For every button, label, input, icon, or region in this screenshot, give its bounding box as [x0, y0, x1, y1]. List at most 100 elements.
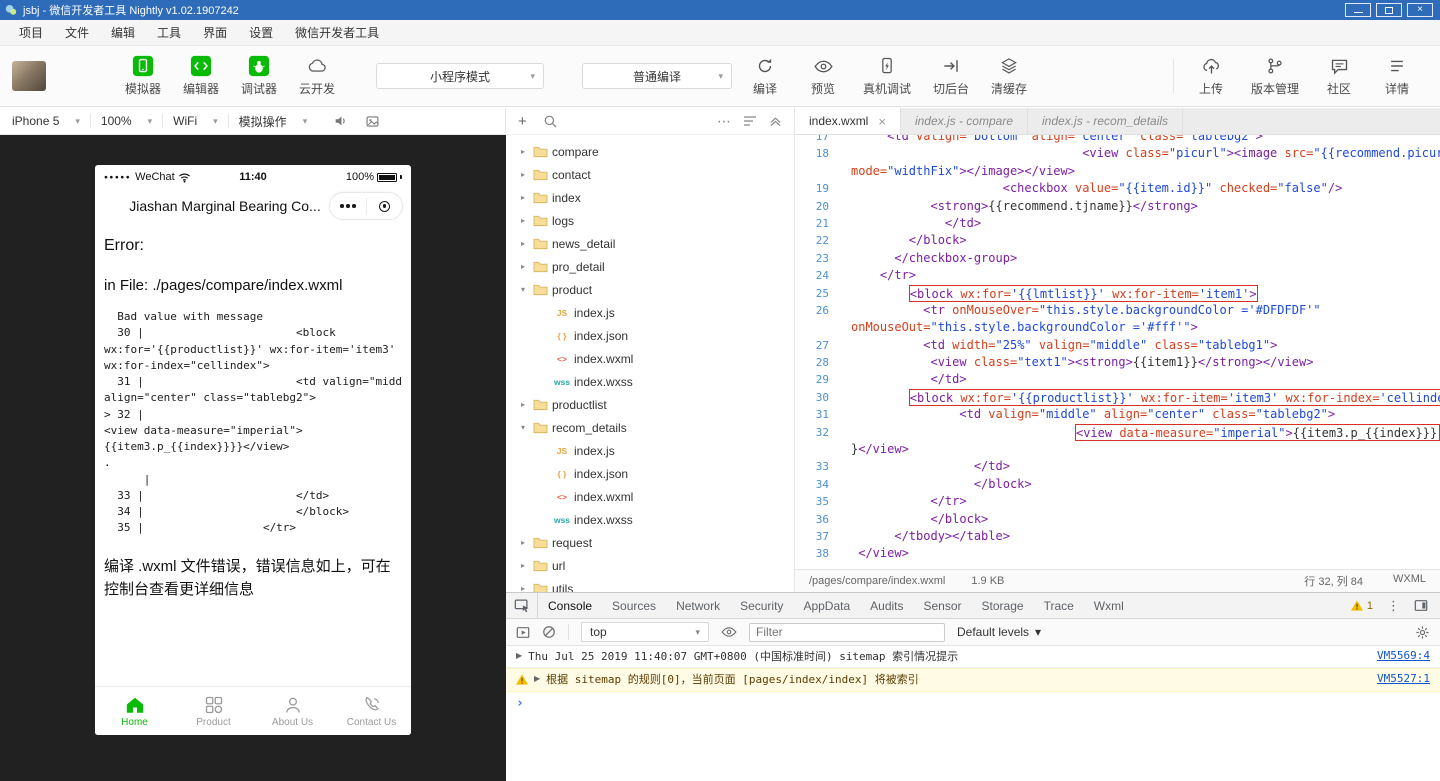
- code-line[interactable]: 23 </checkbox-group>: [795, 250, 1440, 267]
- device-select[interactable]: iPhone 5 ▾: [10, 114, 90, 128]
- real-device-debug-button[interactable]: 真机调试: [852, 55, 922, 97]
- switch-background-button[interactable]: 切后台: [922, 55, 980, 97]
- devtools-tab-appdata[interactable]: AppData: [793, 593, 860, 618]
- chevron-right-icon[interactable]: ▸: [516, 193, 530, 202]
- version-control-button[interactable]: 版本管理: [1240, 55, 1310, 97]
- code-editor[interactable]: 17 <td valign= "bottom" align= "center" cl…: [795, 135, 1440, 569]
- clouddev-button[interactable]: 云开发: [288, 55, 346, 97]
- chevron-right-icon[interactable]: ▸: [516, 584, 530, 592]
- devtools-tab-network[interactable]: Network: [666, 593, 730, 618]
- capsule-exit-button[interactable]: [367, 193, 403, 219]
- upload-button[interactable]: 上传: [1182, 55, 1240, 97]
- devtools-tab-console[interactable]: Console: [538, 593, 602, 618]
- tree-file-index.json[interactable]: { } index.json: [506, 462, 794, 485]
- tree-folder-compare[interactable]: ▸ compare: [506, 140, 794, 163]
- clear-cache-button[interactable]: 清缓存: [980, 55, 1038, 97]
- compile-select[interactable]: 普通编译 ▾: [582, 63, 732, 89]
- tree-file-index.js[interactable]: JS index.js: [506, 301, 794, 324]
- console-filter-input[interactable]: [749, 622, 945, 642]
- menu-item-6[interactable]: 微信开发者工具: [284, 24, 390, 41]
- code-line[interactable]: 31 <td valign= "middle" align= "center" cl…: [795, 406, 1440, 423]
- menu-item-2[interactable]: 编辑: [100, 24, 146, 41]
- collapse-all-icon[interactable]: [769, 115, 782, 127]
- dock-side-icon[interactable]: [1414, 599, 1428, 612]
- source-link[interactable]: VM5527:1: [1377, 672, 1430, 685]
- menu-item-1[interactable]: 文件: [54, 24, 100, 41]
- chevron-right-icon[interactable]: ▸: [516, 400, 530, 409]
- volume-icon[interactable]: [333, 113, 349, 129]
- chevron-down-icon[interactable]: ▾: [516, 285, 530, 294]
- code-line[interactable]: 30 <block wx:for= '{{productlist}}' wx:fo…: [795, 388, 1440, 407]
- gear-icon[interactable]: [1415, 625, 1430, 640]
- tree-folder-pro_detail[interactable]: ▸ pro_detail: [506, 255, 794, 278]
- preview-button[interactable]: 预览: [794, 55, 852, 97]
- menu-item-4[interactable]: 界面: [192, 24, 238, 41]
- frame-context-select[interactable]: top ▾: [581, 622, 709, 642]
- chevron-right-icon[interactable]: ▸: [516, 216, 530, 225]
- code-line[interactable]: mode= "widthFix" ></image></view>: [795, 163, 1440, 180]
- maximize-button[interactable]: [1376, 3, 1402, 17]
- menu-item-3[interactable]: 工具: [146, 24, 192, 41]
- code-line[interactable]: 37 </tbody></table>: [795, 528, 1440, 545]
- code-line[interactable]: 18 <view class= "picurl" ><image src= "{{re…: [795, 145, 1440, 162]
- tree-file-index.wxss[interactable]: wss index.wxss: [506, 370, 794, 393]
- simulate-operation-select[interactable]: 模拟操作 ▾: [229, 113, 318, 130]
- code-line[interactable]: 28 <view class= "text1" ><strong> {{item1}}…: [795, 354, 1440, 371]
- disclosure-triangle-icon[interactable]: ▶: [534, 672, 540, 683]
- chevron-down-icon[interactable]: ▾: [516, 423, 530, 432]
- chevron-right-icon[interactable]: ▸: [516, 561, 530, 570]
- console-prompt[interactable]: ›: [506, 692, 1440, 715]
- tree-file-index.wxml[interactable]: <> index.wxml: [506, 485, 794, 508]
- clear-console-icon[interactable]: [542, 625, 556, 639]
- devtools-tab-storage[interactable]: Storage: [972, 593, 1034, 618]
- code-line[interactable]: 36 </block>: [795, 511, 1440, 528]
- screenshot-icon[interactable]: [365, 114, 380, 129]
- code-line[interactable]: 35 </tr>: [795, 493, 1440, 510]
- debugger-button[interactable]: 调试器: [230, 55, 288, 97]
- code-line[interactable]: 34 </block>: [795, 476, 1440, 493]
- eye-icon[interactable]: [721, 625, 737, 639]
- network-select[interactable]: WiFi ▾: [163, 114, 228, 128]
- devtools-tab-wxml[interactable]: Wxml: [1084, 593, 1134, 618]
- tab-about-us[interactable]: About Us: [253, 687, 332, 735]
- chevron-right-icon[interactable]: ▸: [516, 239, 530, 248]
- devtools-tab-sources[interactable]: Sources: [602, 593, 666, 618]
- devtools-tab-sensor[interactable]: Sensor: [914, 593, 972, 618]
- code-line[interactable]: } </view>: [795, 441, 1440, 458]
- tab-home[interactable]: Home: [95, 687, 174, 735]
- close-button[interactable]: ×: [1407, 3, 1433, 17]
- menu-item-5[interactable]: 设置: [238, 24, 284, 41]
- code-line[interactable]: 32 <view data-measure= "imperial" > {{item3…: [795, 423, 1440, 442]
- disclosure-triangle-icon[interactable]: ▶: [516, 649, 522, 660]
- simulator-button[interactable]: 模拟器: [114, 55, 172, 97]
- code-line[interactable]: 21 </td>: [795, 215, 1440, 232]
- code-line[interactable]: onMouseOut= "this.style.backgroundColor =…: [795, 319, 1440, 336]
- editor-tab-index-wxml[interactable]: index.wxml ×: [795, 108, 901, 134]
- inspect-element-button[interactable]: [506, 593, 538, 618]
- search-icon[interactable]: [543, 114, 558, 129]
- editor-tab-index-js-recom-details[interactable]: index.js - recom_details: [1028, 108, 1184, 134]
- code-line[interactable]: 29 </td>: [795, 371, 1440, 388]
- close-icon[interactable]: ×: [878, 114, 886, 129]
- tree-folder-logs[interactable]: ▸ logs: [506, 209, 794, 232]
- menu-item-0[interactable]: 项目: [8, 24, 54, 41]
- capsule-more-button[interactable]: [330, 193, 366, 219]
- minimize-button[interactable]: [1345, 3, 1371, 17]
- chevron-right-icon[interactable]: ▸: [516, 170, 530, 179]
- log-levels-select[interactable]: Default levels ▾: [957, 625, 1041, 639]
- tree-file-index.json[interactable]: { } index.json: [506, 324, 794, 347]
- tree-file-index.js[interactable]: JS index.js: [506, 439, 794, 462]
- tree-file-index.wxss[interactable]: wss index.wxss: [506, 508, 794, 531]
- code-line[interactable]: 38 </view>: [795, 545, 1440, 562]
- chevron-right-icon[interactable]: ▸: [516, 262, 530, 271]
- tree-file-index.wxml[interactable]: <> index.wxml: [506, 347, 794, 370]
- source-link[interactable]: VM5569:4: [1377, 649, 1430, 662]
- warning-count-badge[interactable]: 1: [1350, 600, 1373, 612]
- sort-icon[interactable]: [743, 115, 757, 127]
- more-icon[interactable]: ⋯: [717, 113, 731, 130]
- chevron-right-icon[interactable]: ▸: [516, 538, 530, 547]
- code-line[interactable]: 33 </td>: [795, 458, 1440, 475]
- devtools-tab-trace[interactable]: Trace: [1034, 593, 1084, 618]
- frame-context-icon[interactable]: [516, 626, 530, 639]
- devtools-tab-security[interactable]: Security: [730, 593, 793, 618]
